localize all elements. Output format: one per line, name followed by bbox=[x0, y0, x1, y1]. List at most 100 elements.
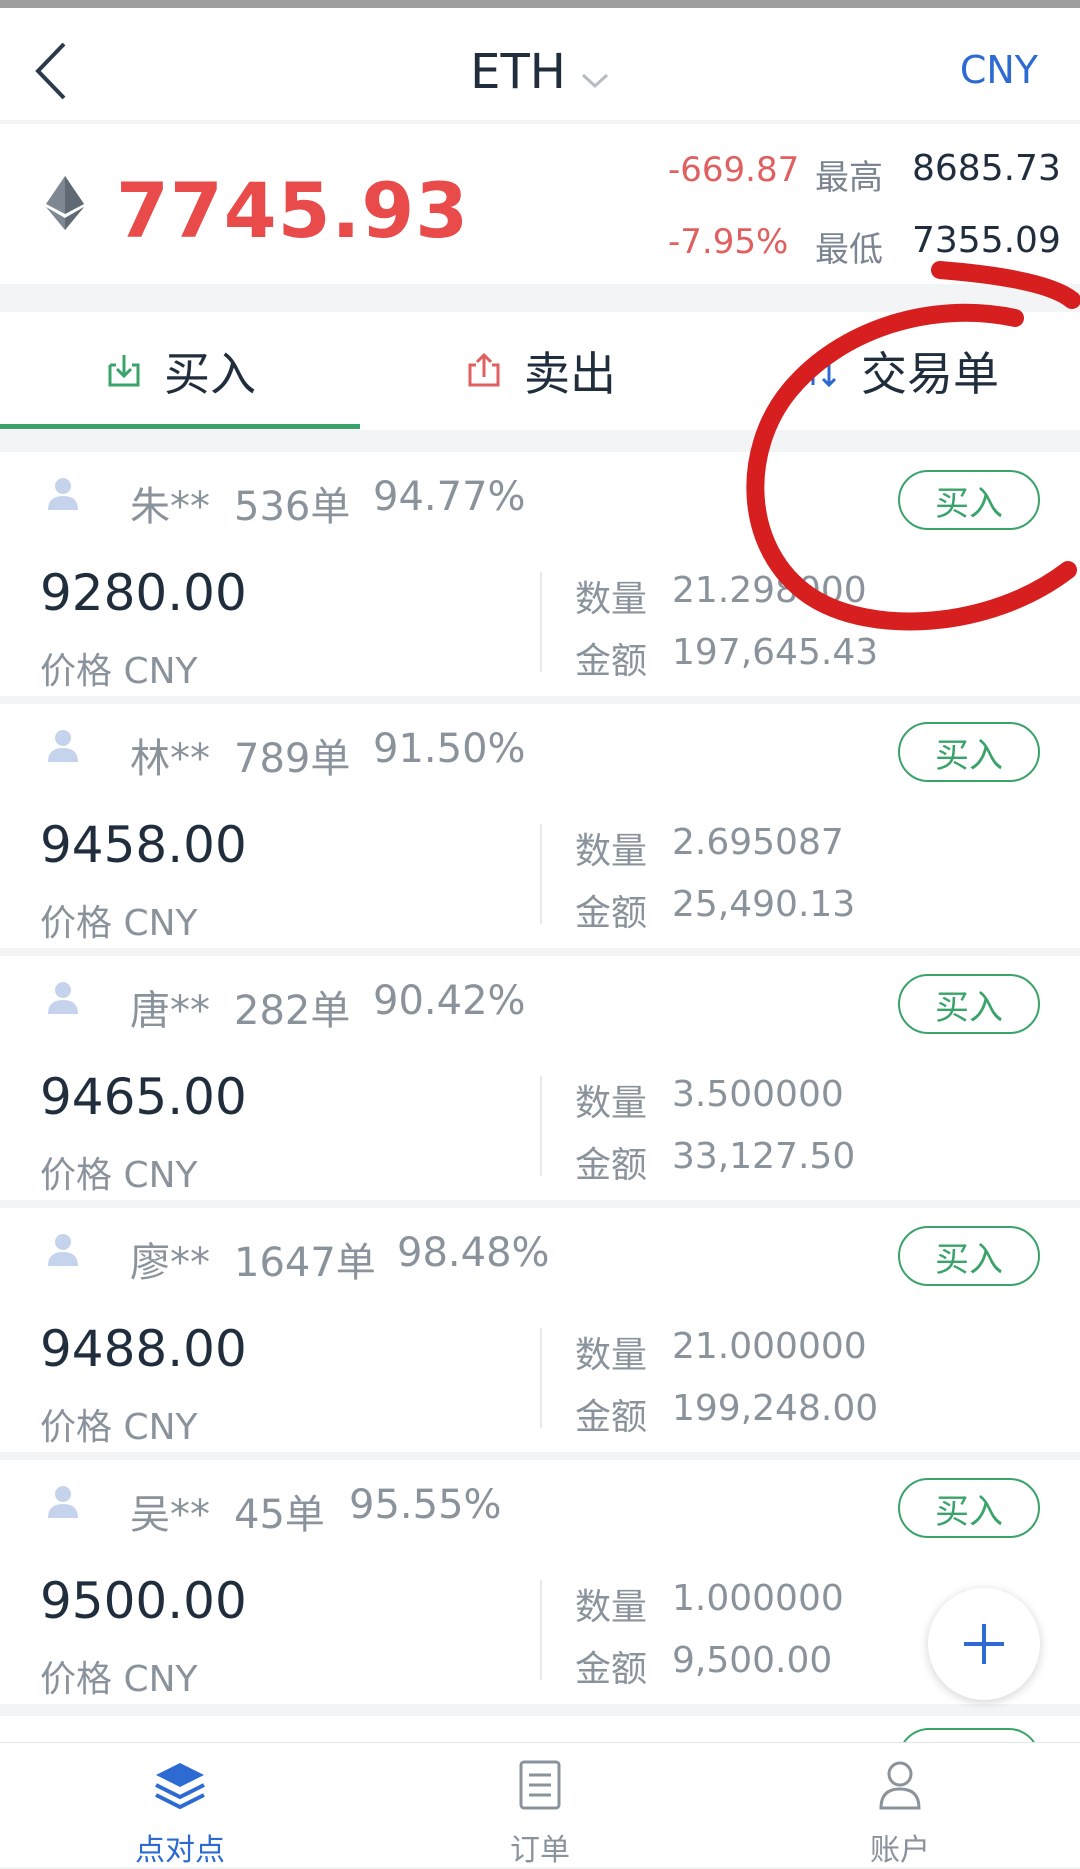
high-value: 8685.73 bbox=[912, 148, 1061, 189]
asset-title: ETH bbox=[470, 44, 566, 100]
completion-rate: 91.50% bbox=[373, 726, 526, 772]
document-icon bbox=[360, 1759, 720, 1811]
quantity-value: 3.500000 bbox=[672, 1074, 844, 1115]
price-label: 价格 CNY bbox=[40, 1659, 198, 1700]
buy-button[interactable]: 买入 bbox=[898, 1226, 1040, 1286]
exchange-icon bbox=[801, 351, 841, 391]
change-percent: -7.95% bbox=[668, 222, 789, 262]
buy-button[interactable]: 买入 bbox=[898, 722, 1040, 782]
listing-price: 9465.00 bbox=[40, 1068, 247, 1126]
bottom-nav: 点对点 订单 账户 bbox=[0, 1742, 1080, 1868]
plus-icon bbox=[964, 1624, 1004, 1664]
amount-value: 199,248.00 bbox=[672, 1388, 879, 1429]
listing-card: 林** 789单 91.50% 买入 9458.00 价格 CNY 数量 2.6… bbox=[0, 704, 1080, 948]
amount-value: 197,645.43 bbox=[672, 632, 879, 673]
order-count: 536单 bbox=[234, 484, 351, 530]
trade-tabs: 买入 卖出 交易单 bbox=[0, 312, 1080, 430]
completion-rate: 98.48% bbox=[397, 1230, 550, 1276]
price-label: 价格 CNY bbox=[40, 1407, 198, 1448]
divider bbox=[540, 572, 542, 672]
top-status-line bbox=[0, 0, 1080, 8]
listing-card: 吴** 45单 95.55% 买入 9500.00 价格 CNY 数量 1.00… bbox=[0, 1460, 1080, 1704]
buy-button[interactable]: 买入 bbox=[898, 470, 1040, 530]
quantity-value: 21.298000 bbox=[672, 570, 867, 611]
listing-price: 9500.00 bbox=[40, 1572, 247, 1630]
quantity-label: 数量 bbox=[575, 1083, 648, 1124]
quantity-label: 数量 bbox=[575, 1587, 648, 1628]
listing-price: 9280.00 bbox=[40, 564, 247, 622]
low-value: 7355.09 bbox=[912, 220, 1061, 261]
amount-value: 25,490.13 bbox=[672, 884, 856, 925]
currency-toggle[interactable]: CNY bbox=[960, 48, 1038, 92]
nav-p2p[interactable]: 点对点 bbox=[0, 1743, 360, 1868]
quantity-value: 21.000000 bbox=[672, 1326, 867, 1367]
tab-buy-label: 买入 bbox=[164, 347, 256, 401]
active-tab-indicator bbox=[0, 424, 360, 429]
order-count: 789单 bbox=[234, 736, 351, 782]
low-label: 最低 bbox=[815, 230, 883, 270]
asset-selector[interactable]: ETH bbox=[0, 44, 1080, 103]
divider bbox=[540, 1580, 542, 1680]
price-label: 价格 CNY bbox=[40, 1155, 198, 1196]
merchant-name: 朱** bbox=[130, 484, 210, 530]
user-avatar-icon bbox=[46, 980, 80, 1018]
price-label: 价格 CNY bbox=[40, 903, 198, 944]
order-count: 45单 bbox=[234, 1492, 325, 1538]
chevron-down-icon bbox=[580, 47, 610, 103]
order-count: 1647单 bbox=[234, 1240, 376, 1286]
tab-sell-label: 卖出 bbox=[524, 347, 616, 401]
completion-rate: 94.77% bbox=[373, 474, 526, 520]
divider bbox=[540, 824, 542, 924]
amount-label: 金额 bbox=[575, 1649, 648, 1690]
amount-label: 金额 bbox=[575, 641, 648, 682]
person-icon bbox=[720, 1759, 1080, 1811]
price-ticker: 7745.93 -669.87 -7.95% 最高 8685.73 最低 735… bbox=[0, 124, 1080, 284]
price-label: 价格 CNY bbox=[40, 651, 198, 692]
user-avatar-icon bbox=[46, 1484, 80, 1522]
listing-card: 唐** 282单 90.42% 买入 9465.00 价格 CNY 数量 3.5… bbox=[0, 956, 1080, 1200]
add-listing-button[interactable] bbox=[928, 1588, 1040, 1700]
quantity-value: 1.000000 bbox=[672, 1578, 844, 1619]
quantity-label: 数量 bbox=[575, 831, 648, 872]
listing-price: 9458.00 bbox=[40, 816, 247, 874]
upload-icon bbox=[464, 351, 504, 391]
merchant-name: 吴** bbox=[130, 1492, 210, 1538]
app-header: ETH CNY bbox=[0, 8, 1080, 120]
amount-value: 9,500.00 bbox=[672, 1640, 833, 1681]
order-count: 282单 bbox=[234, 988, 351, 1034]
nav-p2p-label: 点对点 bbox=[135, 1833, 225, 1868]
divider bbox=[540, 1328, 542, 1428]
buy-button[interactable]: 买入 bbox=[898, 1478, 1040, 1538]
change-amount: -669.87 bbox=[668, 150, 800, 190]
user-avatar-icon bbox=[46, 476, 80, 514]
merchant-name: 唐** bbox=[130, 988, 210, 1034]
quantity-label: 数量 bbox=[575, 579, 648, 620]
merchant-name: 廖** bbox=[130, 1240, 210, 1286]
divider bbox=[540, 1076, 542, 1176]
merchant-name: 林** bbox=[130, 736, 210, 782]
nav-orders[interactable]: 订单 bbox=[360, 1743, 720, 1868]
tab-trades[interactable]: 交易单 bbox=[720, 312, 1080, 430]
download-icon bbox=[104, 351, 144, 391]
amount-label: 金额 bbox=[575, 893, 648, 934]
high-label: 最高 bbox=[815, 158, 883, 198]
user-avatar-icon bbox=[46, 1232, 80, 1270]
amount-value: 33,127.50 bbox=[672, 1136, 856, 1177]
layers-icon bbox=[0, 1759, 360, 1811]
listing-card: 廖** 1647单 98.48% 买入 9488.00 价格 CNY 数量 21… bbox=[0, 1208, 1080, 1452]
listing-price: 9488.00 bbox=[40, 1320, 247, 1378]
nav-account[interactable]: 账户 bbox=[720, 1743, 1080, 1868]
quantity-value: 2.695087 bbox=[672, 822, 844, 863]
completion-rate: 95.55% bbox=[349, 1482, 502, 1528]
tab-buy[interactable]: 买入 bbox=[0, 312, 360, 430]
user-avatar-icon bbox=[46, 728, 80, 766]
quantity-label: 数量 bbox=[575, 1335, 648, 1376]
amount-label: 金额 bbox=[575, 1397, 648, 1438]
current-price: 7745.93 bbox=[116, 166, 470, 255]
listing-list: 朱** 536单 94.77% 买入 9280.00 价格 CNY 数量 21.… bbox=[0, 452, 1080, 1712]
nav-account-label: 账户 bbox=[870, 1833, 930, 1868]
buy-button[interactable]: 买入 bbox=[898, 974, 1040, 1034]
tab-trades-label: 交易单 bbox=[861, 347, 999, 401]
tab-sell[interactable]: 卖出 bbox=[360, 312, 720, 430]
completion-rate: 90.42% bbox=[373, 978, 526, 1024]
